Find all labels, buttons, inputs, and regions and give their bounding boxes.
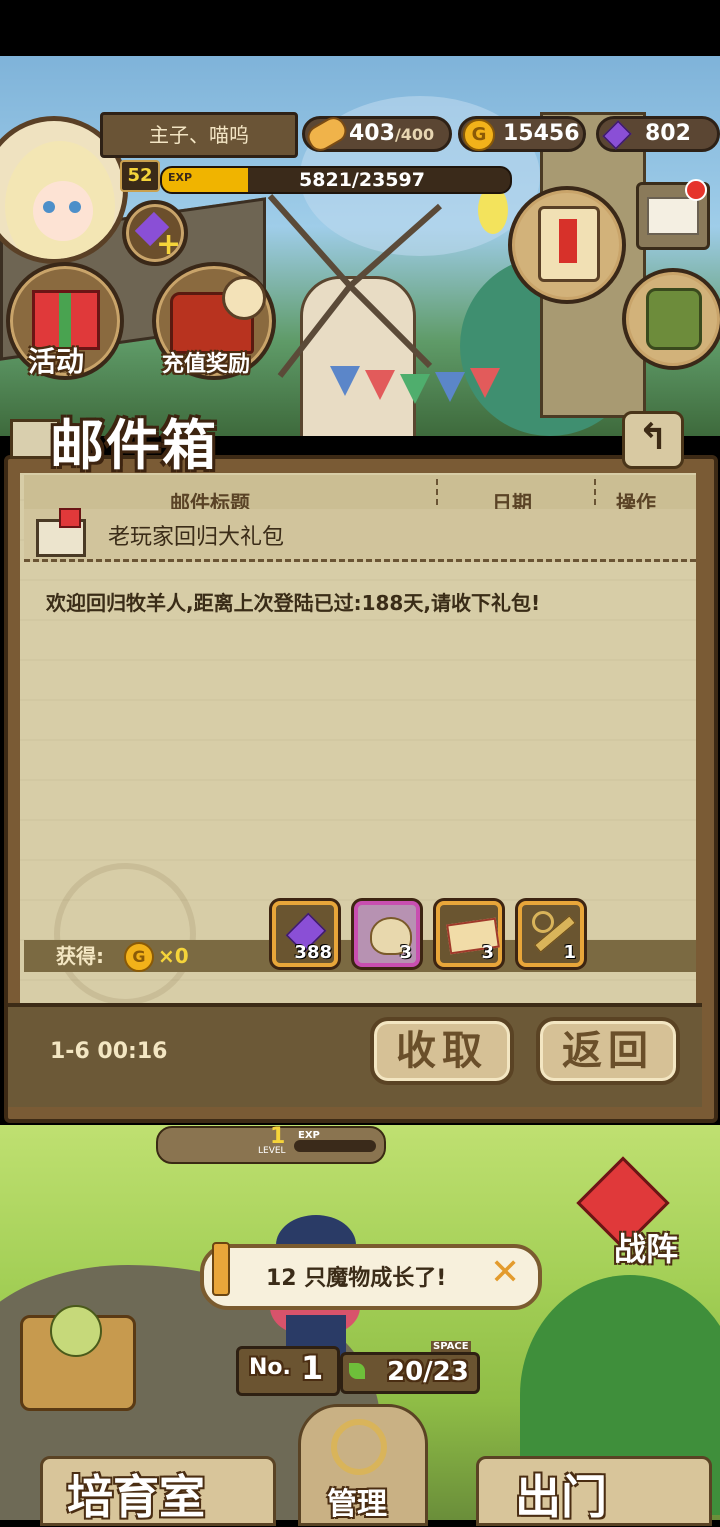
backpack-icon bbox=[646, 288, 702, 350]
item-count: 1 bbox=[563, 942, 576, 963]
reward-item-ticket[interactable]: 3 bbox=[436, 901, 502, 967]
player-name: 主子、喵呜 bbox=[149, 123, 249, 147]
manage-label: 管理 bbox=[327, 1487, 387, 1522]
egg-icon bbox=[50, 1305, 102, 1357]
gem-icon bbox=[602, 120, 632, 150]
mail-body: 欢迎回归牧羊人,距离上次登陆已过:188天,请收下礼包! bbox=[24, 563, 696, 1005]
exp-bar: EXP 5821/23597 bbox=[160, 166, 512, 194]
player-name-plate: 主子、喵呜 bbox=[100, 112, 298, 158]
item-count: 3 bbox=[399, 942, 412, 963]
mail-list-header: 邮件标题 日期 操作 bbox=[24, 475, 696, 515]
level-badge: 52 bbox=[120, 160, 160, 192]
header-divider bbox=[436, 479, 440, 505]
notice-text: 12 只魔物成长了! bbox=[266, 1266, 447, 1291]
mailbox-title: 邮件箱 bbox=[50, 413, 218, 477]
avatar-face bbox=[33, 181, 93, 241]
notice-bubble[interactable]: 12 只魔物成长了! ✕ bbox=[200, 1242, 542, 1310]
rank-value: 1 bbox=[301, 1349, 324, 1387]
reward-item-gem[interactable]: 388 bbox=[272, 901, 338, 967]
avatar-eye-right bbox=[69, 201, 81, 213]
status-bar bbox=[0, 0, 720, 56]
envelope-icon bbox=[647, 197, 699, 235]
mail-subject-row: 老玩家回归大礼包 bbox=[24, 508, 696, 562]
leaf-icon bbox=[349, 1363, 365, 1379]
mailbox-panel: 邮件箱 ↰ 邮件标题 日期 操作 老玩家回归大礼包 欢迎回归牧羊人,距离上次登陆… bbox=[0, 395, 720, 1125]
activity-label: 活动 bbox=[28, 345, 85, 378]
formation-label: 战阵 bbox=[614, 1230, 679, 1268]
gem-value: 802 bbox=[645, 121, 691, 146]
header-divider bbox=[594, 479, 598, 505]
gold-coin-icon: G bbox=[463, 119, 495, 151]
back-button[interactable]: 返回 bbox=[536, 1017, 680, 1085]
reward-item-key[interactable]: 1 bbox=[518, 901, 584, 967]
stamina-current: 403 bbox=[349, 121, 395, 146]
gem-counter[interactable]: 802 bbox=[596, 116, 720, 152]
close-panel-button[interactable]: ↰ bbox=[622, 411, 684, 469]
space-value: 20/23 bbox=[387, 1357, 469, 1387]
nav-outing[interactable]: 出门 bbox=[476, 1456, 712, 1526]
scroll-icon bbox=[538, 206, 600, 282]
mail-body-text: 欢迎回归牧羊人,距离上次登陆已过:188天,请收下礼包! bbox=[46, 591, 541, 615]
level-value: 52 bbox=[127, 165, 153, 186]
item-count: 388 bbox=[294, 942, 332, 963]
backpack-button[interactable] bbox=[622, 268, 720, 370]
quest-scroll-button[interactable] bbox=[508, 186, 626, 304]
stamina-counter[interactable]: 403/400 bbox=[302, 112, 452, 156]
ship-wheel-watermark bbox=[54, 863, 196, 1005]
space-plate: SPACE 20/23 bbox=[340, 1341, 480, 1394]
clock-icon bbox=[222, 276, 266, 320]
formation-button[interactable]: 战阵 bbox=[576, 1140, 710, 1270]
monster-level-label: LEVEL bbox=[258, 1146, 286, 1156]
exp-text: 5821/23597 bbox=[299, 169, 425, 191]
reward-item-gold-bag[interactable]: 3 bbox=[354, 901, 420, 967]
stamina-max: /400 bbox=[394, 125, 435, 144]
notice-close-icon[interactable]: ✕ bbox=[490, 1254, 520, 1292]
return-arrow-icon: ↰ bbox=[637, 417, 669, 458]
bread-icon bbox=[303, 112, 351, 156]
monster-exp-bar bbox=[294, 1140, 376, 1152]
notification-dot bbox=[685, 179, 707, 201]
gold-value: 15456 bbox=[503, 121, 580, 146]
outing-label: 出门 bbox=[515, 1470, 607, 1524]
item-count: 3 bbox=[481, 942, 494, 963]
rank-plate: No. 1 bbox=[236, 1346, 340, 1396]
reward-label: 获得: bbox=[56, 944, 104, 968]
collect-button[interactable]: 收取 bbox=[370, 1017, 514, 1085]
monster-level-plate: 1 LEVEL EXP bbox=[156, 1124, 386, 1164]
plus-icon: + bbox=[156, 227, 182, 262]
rank-label: No. bbox=[249, 1355, 291, 1380]
mailbox-title-banner: 邮件箱 bbox=[10, 395, 270, 477]
gold-reward-value: ×0 bbox=[158, 944, 189, 968]
nursery-label: 培育室 bbox=[67, 1470, 205, 1524]
space-label: SPACE bbox=[431, 1341, 471, 1352]
mail-button[interactable] bbox=[636, 179, 710, 250]
keys-icon bbox=[331, 1419, 387, 1475]
key-bow bbox=[532, 911, 554, 933]
mail-subject: 老玩家回归大礼包 bbox=[108, 525, 285, 550]
gold-counter[interactable]: G 15456 bbox=[458, 116, 586, 152]
avatar-eye-left bbox=[43, 201, 55, 213]
recharge-reward-label: 充值奖励 bbox=[162, 352, 251, 377]
nav-manage[interactable]: 管理 bbox=[298, 1404, 428, 1526]
gold-coin-icon: G bbox=[124, 942, 154, 972]
mail-timestamp: 1-6 00:16 bbox=[50, 1039, 168, 1064]
exclamation-icon bbox=[212, 1242, 230, 1296]
nav-nursery[interactable]: 培育室 bbox=[40, 1456, 276, 1526]
gift-envelope-icon bbox=[36, 508, 86, 557]
buy-gems-button[interactable]: + bbox=[122, 200, 188, 266]
exp-label: EXP bbox=[168, 171, 193, 184]
